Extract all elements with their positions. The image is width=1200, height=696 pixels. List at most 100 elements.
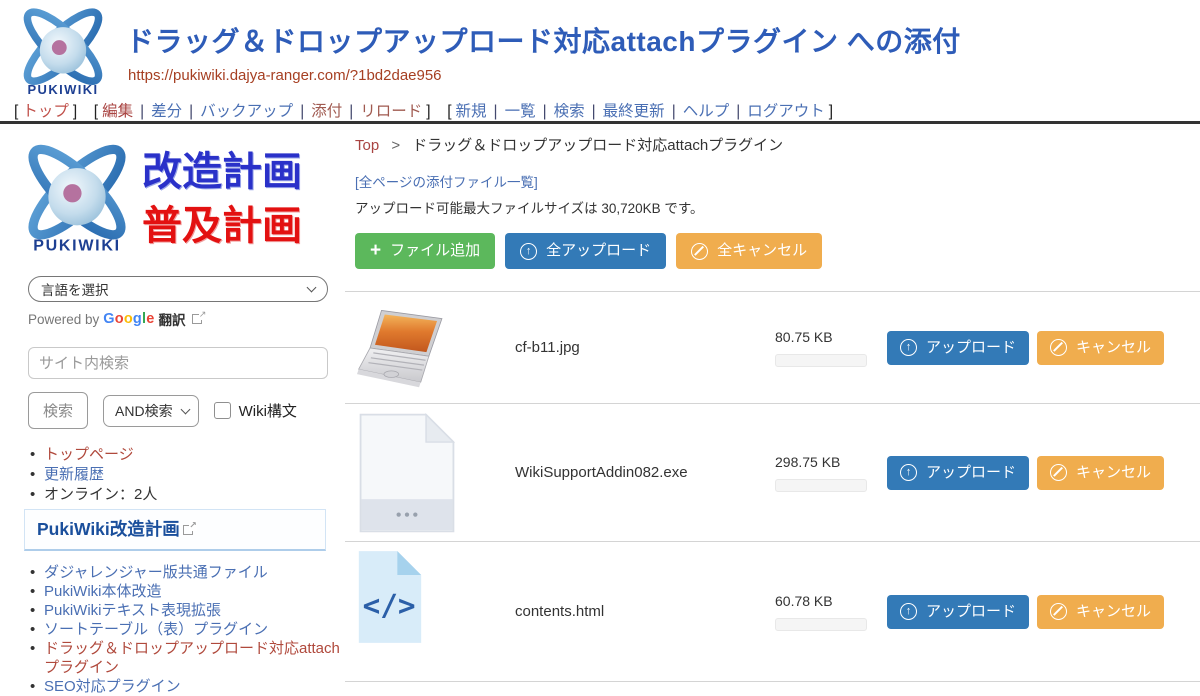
nav-item-search[interactable]: 検索 <box>554 103 585 120</box>
chevron-down-icon <box>180 404 190 414</box>
sidebar-item-common-files[interactable]: ダジャレンジャー版共通ファイル <box>44 564 268 581</box>
logo-brand-text: PUKIWIKI <box>28 82 99 97</box>
nav-item-reload[interactable]: リロード <box>360 103 422 120</box>
atom-logo-icon: PUKIWIKI <box>14 138 140 260</box>
upload-all-button[interactable]: ↑ 全アップロード <box>505 233 666 269</box>
search-mode-value: AND検索 <box>115 401 173 421</box>
cancel-all-button[interactable]: 全キャンセル <box>676 233 822 269</box>
file-name: cf-b11.jpg <box>515 339 775 356</box>
all-attachments-link[interactable]: [全ページの添付ファイル一覧] <box>355 171 538 191</box>
search-button[interactable]: 検索 <box>28 392 88 429</box>
sidebar: PUKIWIKI 改造計画 普及計画 言語を選択 Powered by Goog… <box>0 124 345 630</box>
search-mode-select[interactable]: AND検索 <box>103 395 199 427</box>
circle-arrow-up-icon: ↑ <box>520 243 537 260</box>
nav-item-recent[interactable]: 最終更新 <box>603 103 665 120</box>
breadcrumb: Top > ドラッグ＆ドロップアップロード対応attachプラグイン <box>355 134 1200 155</box>
bracket: ] <box>73 103 77 120</box>
separator: | <box>140 103 144 120</box>
nav-item-help[interactable]: ヘルプ <box>683 103 730 120</box>
list-item: SEO対応プラグイン <box>30 677 345 696</box>
list-item: トップページ <box>30 445 345 465</box>
file-size: 80.75 KB <box>775 329 887 345</box>
wiki-syntax-label: Wiki構文 <box>239 400 297 421</box>
ban-icon <box>1050 464 1067 481</box>
upload-button[interactable]: ↑ アップロード <box>887 331 1029 365</box>
upload-file-list: cf-b11.jpg 80.75 KB ↑ アップロード キャンセル <box>345 291 1200 682</box>
bracket: ] <box>426 103 430 120</box>
search-controls-row: 検索 AND検索 Wiki構文 <box>28 392 345 429</box>
upload-button[interactable]: ↑ アップロード <box>887 595 1029 629</box>
nav-item-backup[interactable]: バックアップ <box>200 103 293 120</box>
logo-line-fukyu: 普及計画 <box>142 199 302 253</box>
language-select[interactable]: 言語を選択 <box>28 276 328 302</box>
external-link-icon <box>192 314 202 324</box>
wiki-syntax-checkbox[interactable] <box>214 402 231 419</box>
circle-arrow-up-icon: ↑ <box>900 603 917 620</box>
plus-icon: + <box>370 243 381 259</box>
wiki-syntax-option: Wiki構文 <box>214 400 297 421</box>
sidebar-item-dragdrop-attach[interactable]: ドラッグ＆ドロップアップロード対応attachプラグイン <box>44 640 340 676</box>
powered-by-label: Powered by <box>28 312 99 327</box>
upload-toolbar: + ファイル追加 ↑ 全アップロード 全キャンセル <box>355 233 1200 269</box>
cancel-button[interactable]: キャンセル <box>1037 331 1164 365</box>
page-title: ドラッグ＆ドロップアップロード対応attachプラグイン への添付 <box>126 20 961 60</box>
nav-item-attach[interactable]: 添付 <box>311 103 342 120</box>
bracket: [ <box>89 103 98 120</box>
circle-arrow-up-icon: ↑ <box>900 464 917 481</box>
ban-icon <box>1050 339 1067 356</box>
bracket: ] <box>829 103 833 120</box>
list-item: ダジャレンジャー版共通ファイル <box>30 563 345 582</box>
separator: | <box>349 103 353 120</box>
bracket: [ <box>14 103 18 120</box>
bracket: [ <box>443 103 452 120</box>
upload-button[interactable]: ↑ アップロード <box>887 456 1029 490</box>
nav-item-diff[interactable]: 差分 <box>151 103 182 120</box>
logo-line-kaizo: 改造計画 <box>142 145 302 199</box>
translate-link[interactable]: 翻訳 <box>158 309 185 329</box>
generic-file-icon <box>357 411 515 535</box>
upload-progress-bar <box>775 479 867 492</box>
page-url-link[interactable]: https://pukiwiki.dajya-ranger.com/?1bd2d… <box>128 67 442 84</box>
chevron-down-icon <box>307 283 317 293</box>
html-file-icon: </> <box>357 549 515 645</box>
breadcrumb-current: ドラッグ＆ドロップアップロード対応attachプラグイン <box>412 137 783 154</box>
separator: | <box>672 103 676 120</box>
file-row: </> contents.html 60.78 KB ↑ アップロード キャンセ… <box>345 542 1200 682</box>
nav-item-new[interactable]: 新規 <box>456 103 487 120</box>
sidebar-logo-text: 改造計画 普及計画 <box>142 145 302 253</box>
sidebar-item-seo-plugin[interactable]: SEO対応プラグイン <box>44 678 181 695</box>
ban-icon <box>1050 603 1067 620</box>
google-logo-text: Google <box>103 311 154 327</box>
nav-item-edit[interactable]: 編集 <box>102 103 133 120</box>
file-row: WikiSupportAddin082.exe 298.75 KB ↑ アップロ… <box>345 404 1200 542</box>
file-size: 298.75 KB <box>775 454 887 470</box>
sidebar-logo[interactable]: PUKIWIKI 改造計画 普及計画 <box>14 138 345 260</box>
nav-item-top[interactable]: トップ <box>22 103 69 120</box>
list-item: ドラッグ＆ドロップアップロード対応attachプラグイン <box>30 639 345 677</box>
sidebar-section-header: PukiWiki改造計画 <box>24 509 326 551</box>
section-header-link[interactable]: PukiWiki改造計画 <box>37 519 180 539</box>
breadcrumb-home[interactable]: Top <box>355 137 379 154</box>
site-search-input[interactable] <box>28 347 328 379</box>
separator: | <box>543 103 547 120</box>
separator: | <box>592 103 596 120</box>
nav-item-logout[interactable]: ログアウト <box>747 103 825 120</box>
add-files-button[interactable]: + ファイル追加 <box>355 233 495 269</box>
pukiwiki-logo[interactable]: PUKIWIKI <box>12 4 114 98</box>
language-select-value: 言語を選択 <box>41 279 109 299</box>
separator: | <box>300 103 304 120</box>
atom-logo-icon: PUKIWIKI <box>12 4 114 100</box>
nav-item-list[interactable]: 一覧 <box>505 103 536 120</box>
file-actions: ↑ アップロード キャンセル <box>887 331 1200 365</box>
separator: | <box>494 103 498 120</box>
file-name: contents.html <box>515 603 775 620</box>
upload-progress-bar <box>775 354 867 367</box>
cancel-button[interactable]: キャンセル <box>1037 456 1164 490</box>
sidebar-item-text-extension[interactable]: PukiWikiテキスト表現拡張 <box>44 602 221 619</box>
sidebar-item-toppage[interactable]: トップページ <box>44 446 134 463</box>
sidebar-item-history[interactable]: 更新履歴 <box>44 466 104 483</box>
ban-icon <box>691 243 708 260</box>
separator: | <box>189 103 193 120</box>
sidebar-item-core-mod[interactable]: PukiWiki本体改造 <box>44 583 162 600</box>
cancel-button[interactable]: キャンセル <box>1037 595 1164 629</box>
